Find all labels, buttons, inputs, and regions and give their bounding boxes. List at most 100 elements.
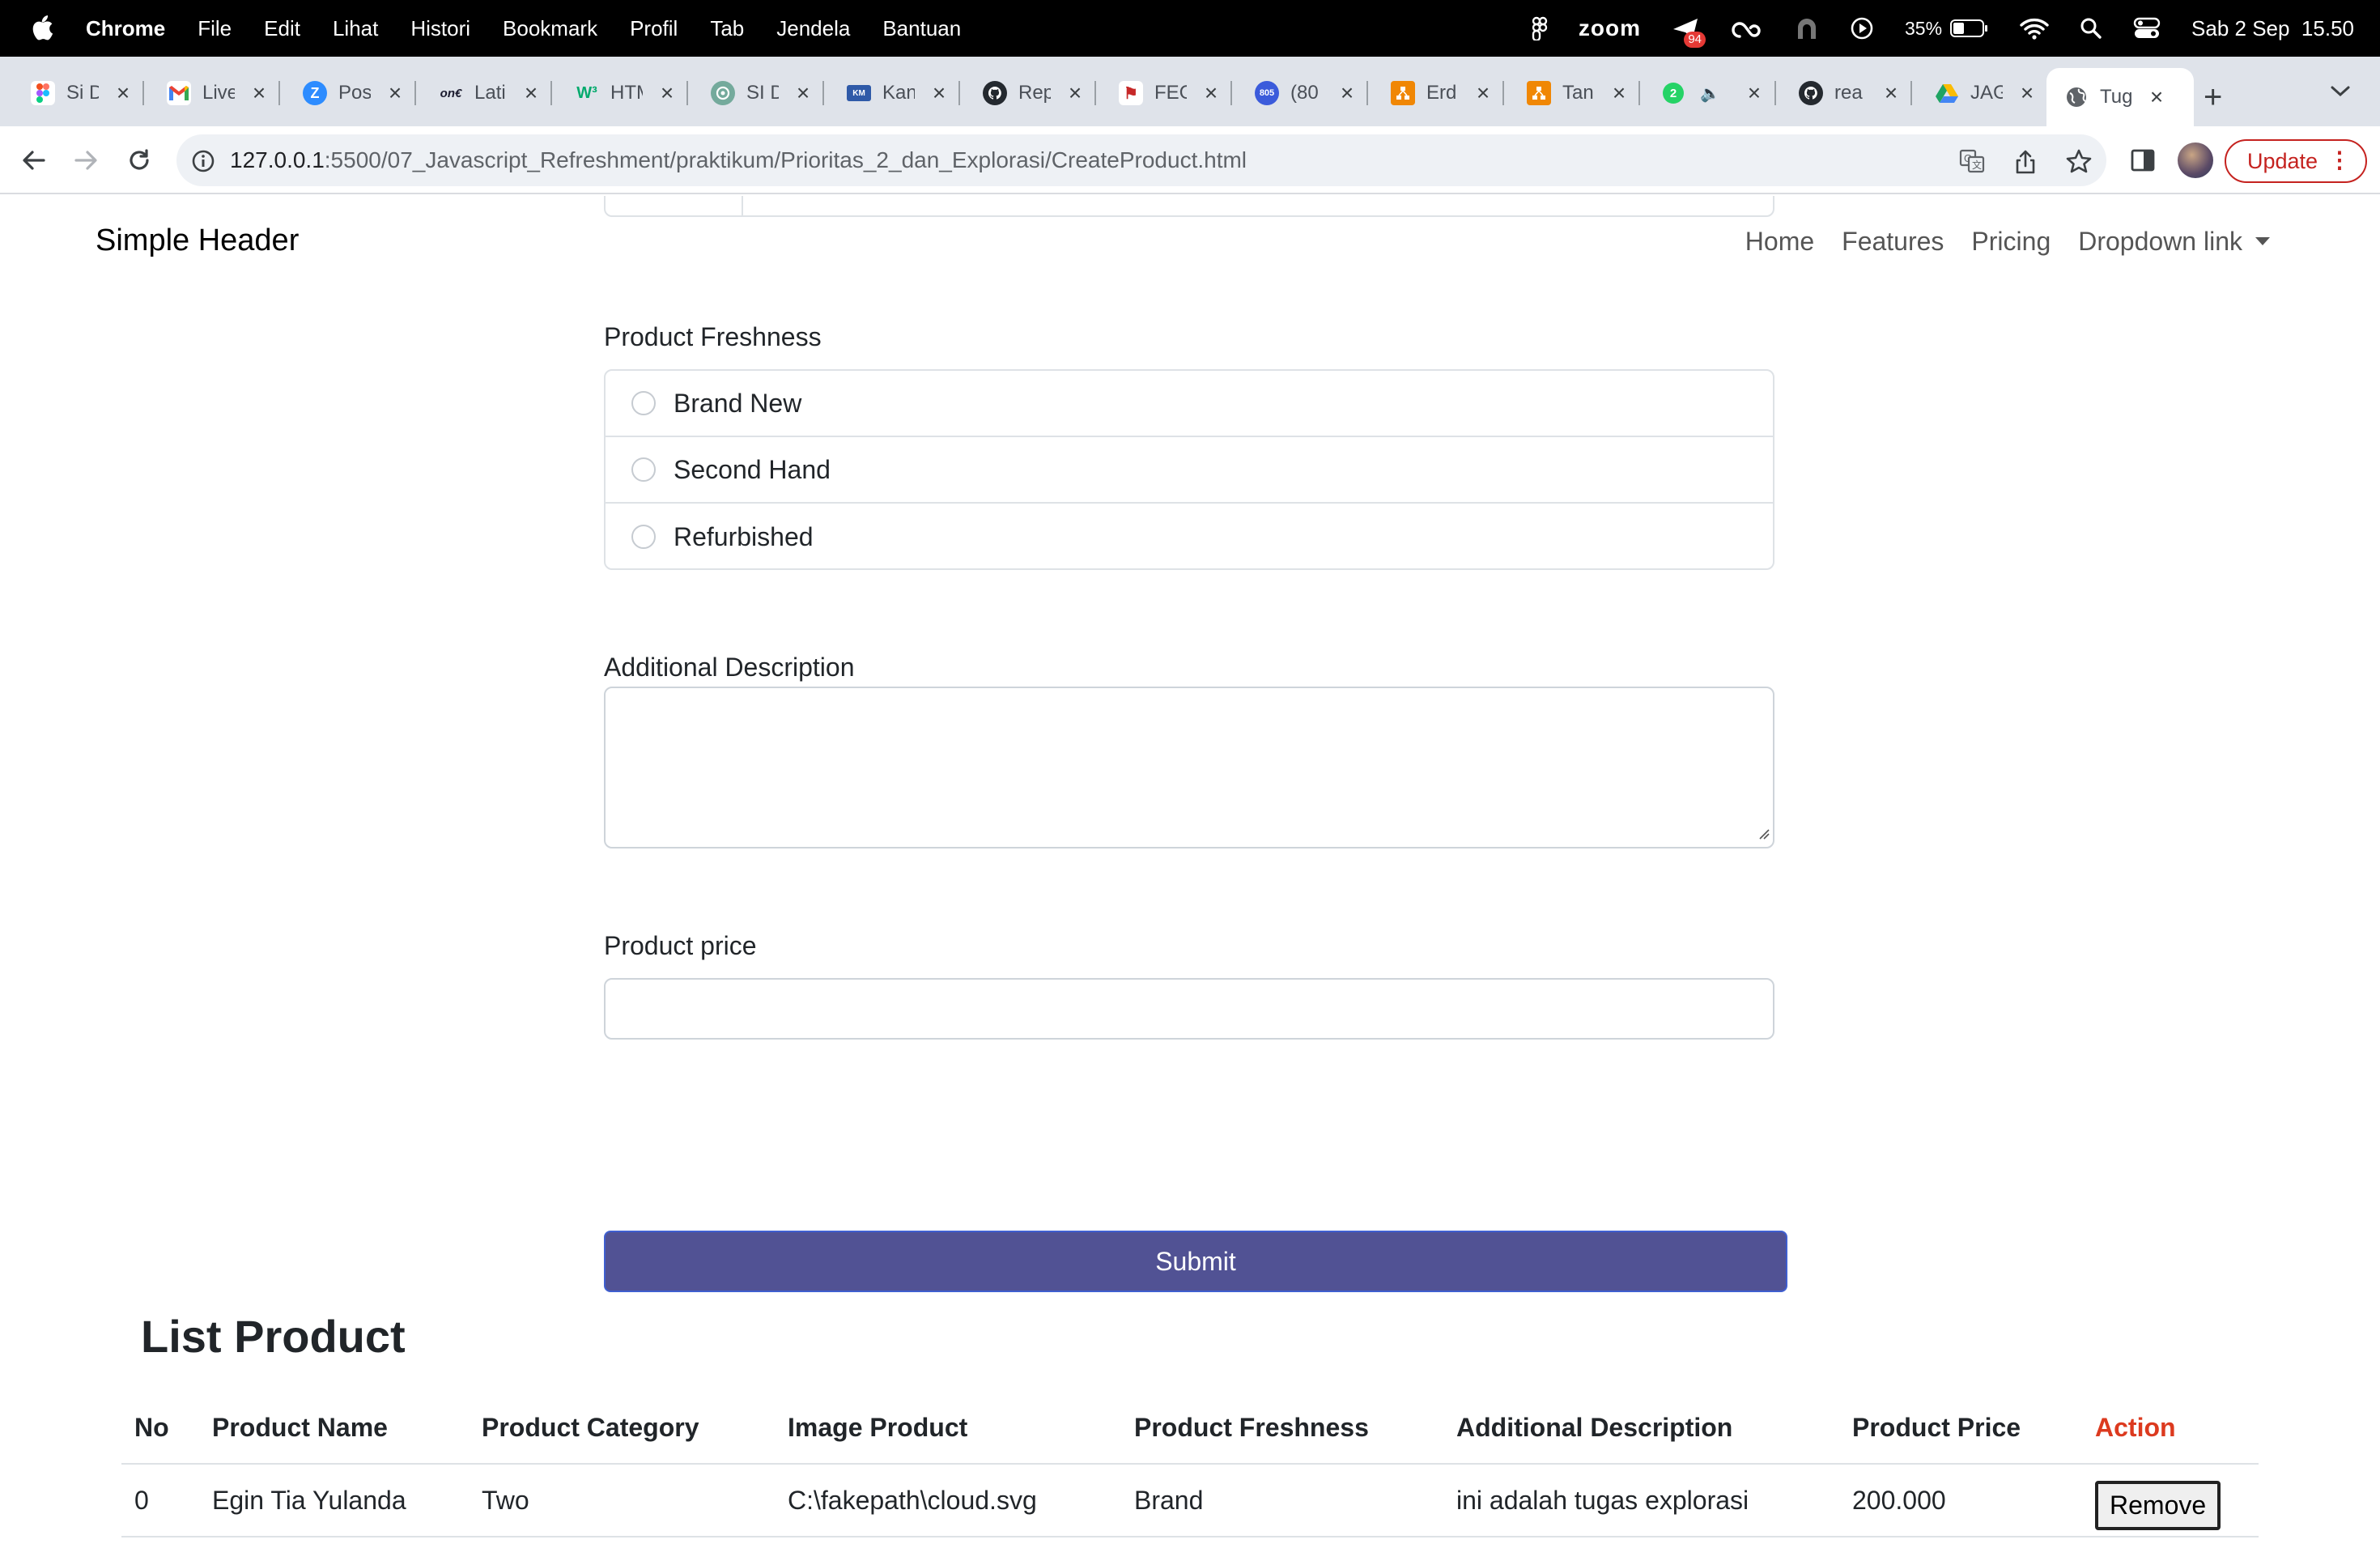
nav-dropdown-link[interactable]: Dropdown link (2078, 227, 2270, 257)
nav-link-home[interactable]: Home (1745, 227, 1814, 257)
site-info-icon[interactable] (191, 149, 215, 177)
vpn-status-icon[interactable] (1795, 12, 1819, 45)
update-button[interactable]: Update ⋮ (2225, 139, 2367, 183)
github-icon (983, 81, 1007, 105)
tab-separator (686, 81, 688, 105)
radio-option-brand-new[interactable]: Brand New (606, 371, 1773, 437)
resize-grip-icon[interactable] (1757, 827, 1770, 844)
bookmark-star-icon[interactable] (2066, 149, 2092, 177)
close-icon[interactable]: × (1065, 80, 1085, 106)
new-tab-button[interactable]: + (2204, 81, 2222, 113)
control-center-icon[interactable] (2133, 12, 2161, 45)
drawio-icon (1527, 81, 1551, 105)
address-bar[interactable]: 127.0.0.1:5500/07_Javascript_Refreshment… (176, 134, 2106, 186)
remove-button[interactable]: Remove (2095, 1480, 2221, 1530)
browser-tab[interactable]: Tan × (1515, 71, 1640, 115)
close-icon[interactable]: × (929, 80, 949, 106)
menu-lihat[interactable]: Lihat (333, 16, 378, 41)
radio-button[interactable] (631, 525, 656, 549)
nav-link-features[interactable]: Features (1842, 227, 1944, 257)
close-icon[interactable]: × (521, 80, 541, 106)
wifi-icon[interactable] (2020, 12, 2049, 45)
product-table: No Product Name Product Category Image P… (121, 1393, 2259, 1537)
browser-tab[interactable]: Live × (155, 71, 280, 115)
github-icon (1799, 81, 1823, 105)
close-icon[interactable]: × (2147, 84, 2166, 110)
back-arrow-icon[interactable] (16, 142, 52, 178)
close-icon[interactable]: × (2017, 80, 2037, 106)
browser-tab[interactable]: JAG × (1923, 71, 2048, 115)
creative-cloud-icon[interactable] (1732, 12, 1764, 45)
side-panel-icon[interactable] (2131, 149, 2155, 176)
close-icon[interactable]: × (1881, 80, 1901, 106)
url-text[interactable]: 127.0.0.1:5500/07_Javascript_Refreshment… (230, 147, 1247, 173)
close-icon[interactable]: × (385, 80, 405, 106)
close-icon[interactable]: × (1473, 80, 1493, 106)
spotlight-search-icon[interactable] (2080, 12, 2102, 45)
share-icon[interactable] (2014, 149, 2037, 179)
browser-tab[interactable]: KM Kan × (835, 71, 960, 115)
menu-jendela[interactable]: Jendela (776, 16, 850, 41)
zoom-status-text[interactable]: zoom (1579, 12, 1641, 45)
close-icon[interactable]: × (657, 80, 677, 106)
browser-tab[interactable]: on€ Lati × (427, 71, 552, 115)
close-icon[interactable]: × (1745, 80, 1764, 106)
submit-button[interactable]: Submit (604, 1231, 1787, 1292)
radio-label[interactable]: Second Hand (674, 455, 831, 485)
menu-histori[interactable]: Histori (410, 16, 470, 41)
close-icon[interactable]: × (1337, 80, 1357, 106)
browser-tab[interactable]: W³ HTM × (563, 71, 688, 115)
description-textarea[interactable] (604, 687, 1774, 848)
play-status-icon[interactable] (1850, 12, 1874, 45)
profile-avatar[interactable] (2178, 142, 2213, 178)
browser-tab[interactable]: 2 🔈 × (1651, 71, 1776, 115)
forward-arrow-icon[interactable] (68, 142, 104, 178)
browser-tab[interactable]: 805 (80 × (1243, 71, 1368, 115)
menu-bookmark[interactable]: Bookmark (503, 16, 597, 41)
close-icon[interactable]: × (1201, 80, 1221, 106)
col-product-price: Product Price (1839, 1393, 2082, 1465)
url-host: 127.0.0.1 (230, 147, 325, 172)
tab-search-chevron-icon[interactable] (2330, 84, 2351, 103)
close-icon[interactable]: × (249, 80, 269, 106)
tab-separator (550, 81, 552, 105)
browser-tab[interactable]: Z Pos × (291, 71, 416, 115)
translate-icon[interactable]: G文 (1959, 149, 1985, 177)
tab-separator (1774, 81, 1776, 105)
messenger-status-icon[interactable]: 94 (1672, 12, 1706, 48)
browser-tab[interactable]: SI D × (699, 71, 824, 115)
browser-tab[interactable]: Si D × (19, 71, 144, 115)
radio-button[interactable] (631, 391, 656, 415)
menu-tab[interactable]: Tab (710, 16, 744, 41)
browser-tab-active[interactable]: Tug × (2046, 68, 2194, 126)
reload-icon[interactable] (121, 142, 157, 178)
radio-button[interactable] (631, 457, 656, 482)
figma-status-icon[interactable] (1532, 12, 1548, 45)
menu-app-chrome[interactable]: Chrome (86, 16, 165, 41)
browser-tab[interactable]: Erd × (1379, 71, 1504, 115)
menu-file[interactable]: File (198, 16, 232, 41)
radio-option-second-hand[interactable]: Second Hand (606, 437, 1773, 504)
browser-tab[interactable]: ⚑ FEC × (1107, 71, 1232, 115)
radio-label[interactable]: Refurbished (674, 522, 814, 552)
table-header-row: No Product Name Product Category Image P… (121, 1393, 2259, 1465)
browser-tab[interactable]: Rep × (971, 71, 1096, 115)
more-menu-kebab-icon[interactable]: ⋮ (2328, 149, 2351, 172)
tab-title: Rep (1018, 82, 1051, 104)
apple-icon[interactable] (31, 15, 55, 42)
menubar-datetime[interactable]: Sab 2 Sep 15.50 (2191, 12, 2354, 45)
battery-status[interactable]: 35% (1905, 12, 1989, 45)
close-icon[interactable]: × (113, 80, 133, 106)
site-brand[interactable]: Simple Header (96, 223, 299, 258)
close-icon[interactable]: × (793, 80, 813, 106)
browser-tab[interactable]: rea × (1787, 71, 1912, 115)
menu-edit[interactable]: Edit (264, 16, 300, 41)
close-icon[interactable]: × (1609, 80, 1629, 106)
nav-link-pricing[interactable]: Pricing (1971, 227, 2051, 257)
price-input[interactable] (604, 978, 1774, 1040)
radio-label[interactable]: Brand New (674, 389, 801, 419)
menu-profil[interactable]: Profil (630, 16, 678, 41)
menu-bantuan[interactable]: Bantuan (882, 16, 961, 41)
audio-playing-icon[interactable]: 🔈 (1700, 83, 1720, 104)
radio-option-refurbished[interactable]: Refurbished (606, 504, 1773, 570)
